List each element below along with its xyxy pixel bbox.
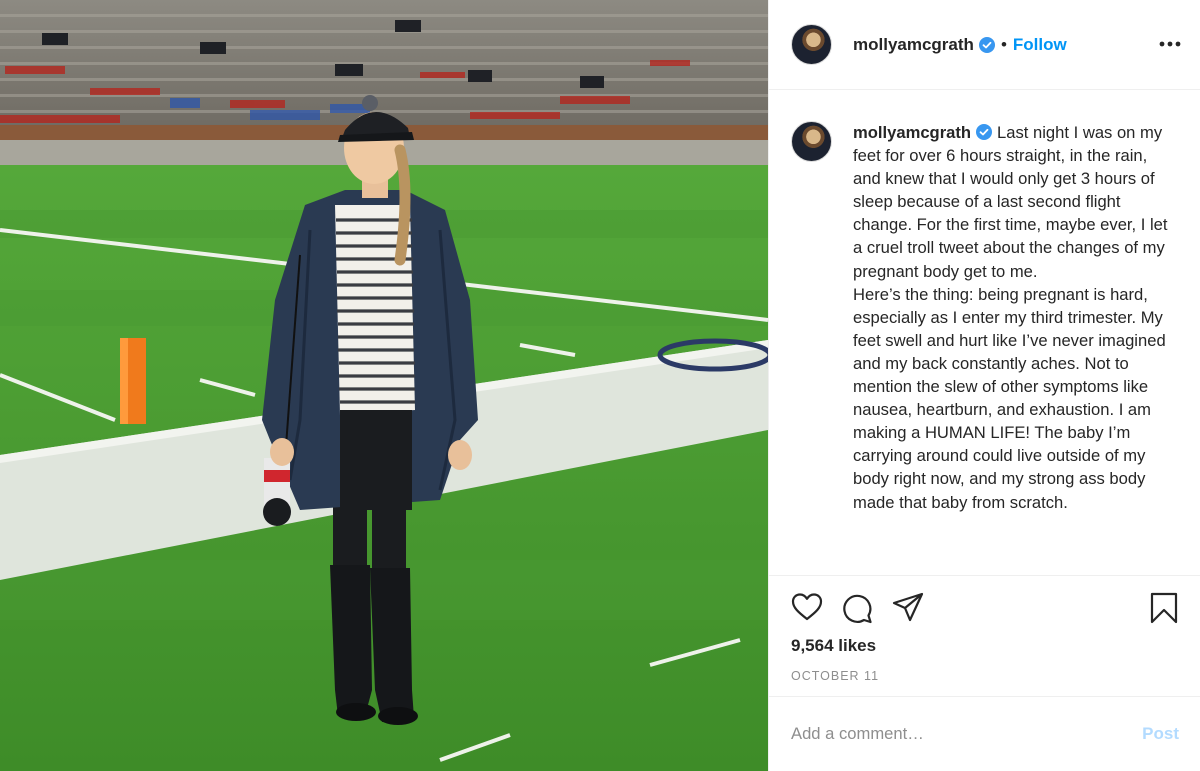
heart-icon[interactable] [791,592,823,622]
follow-button[interactable]: Follow [1013,35,1067,55]
comment-input[interactable] [791,724,1121,744]
more-options-icon[interactable] [1159,34,1181,54]
verified-badge-icon [978,36,995,53]
bookmark-icon[interactable] [1149,592,1179,624]
caption-body: mollyamcgrath Last night I was on my feet… [853,121,1171,514]
caption-avatar[interactable] [791,121,832,162]
caption-text: Last night I was on my feet for over 6 h… [853,123,1168,512]
verified-badge-icon [976,124,993,140]
post-details-panel: mollyamcgrath • Follow mollyamcgrath Last… [768,0,1200,771]
add-comment-bar: Post [769,696,1200,771]
action-icons-row [791,592,1181,626]
post-photo[interactable] [0,0,768,771]
username-link[interactable]: mollyamcgrath [853,35,974,55]
share-icon[interactable] [892,592,924,622]
likes-count[interactable]: 9,564 likes [791,636,876,656]
caption: mollyamcgrath Last night I was on my feet… [791,121,1179,514]
caption-username-link[interactable]: mollyamcgrath [853,123,971,142]
avatar[interactable] [791,24,832,65]
instagram-post: mollyamcgrath • Follow mollyamcgrath Last… [0,0,1200,771]
comments-area[interactable]: mollyamcgrath Last night I was on my feet… [769,91,1200,575]
post-comment-button[interactable]: Post [1142,724,1179,744]
post-date: OCTOBER 11 [791,669,880,683]
comment-icon[interactable] [841,592,873,624]
photo-illustration [0,0,768,771]
separator-dot: • [1000,34,1007,54]
post-header: mollyamcgrath • Follow [769,0,1200,90]
